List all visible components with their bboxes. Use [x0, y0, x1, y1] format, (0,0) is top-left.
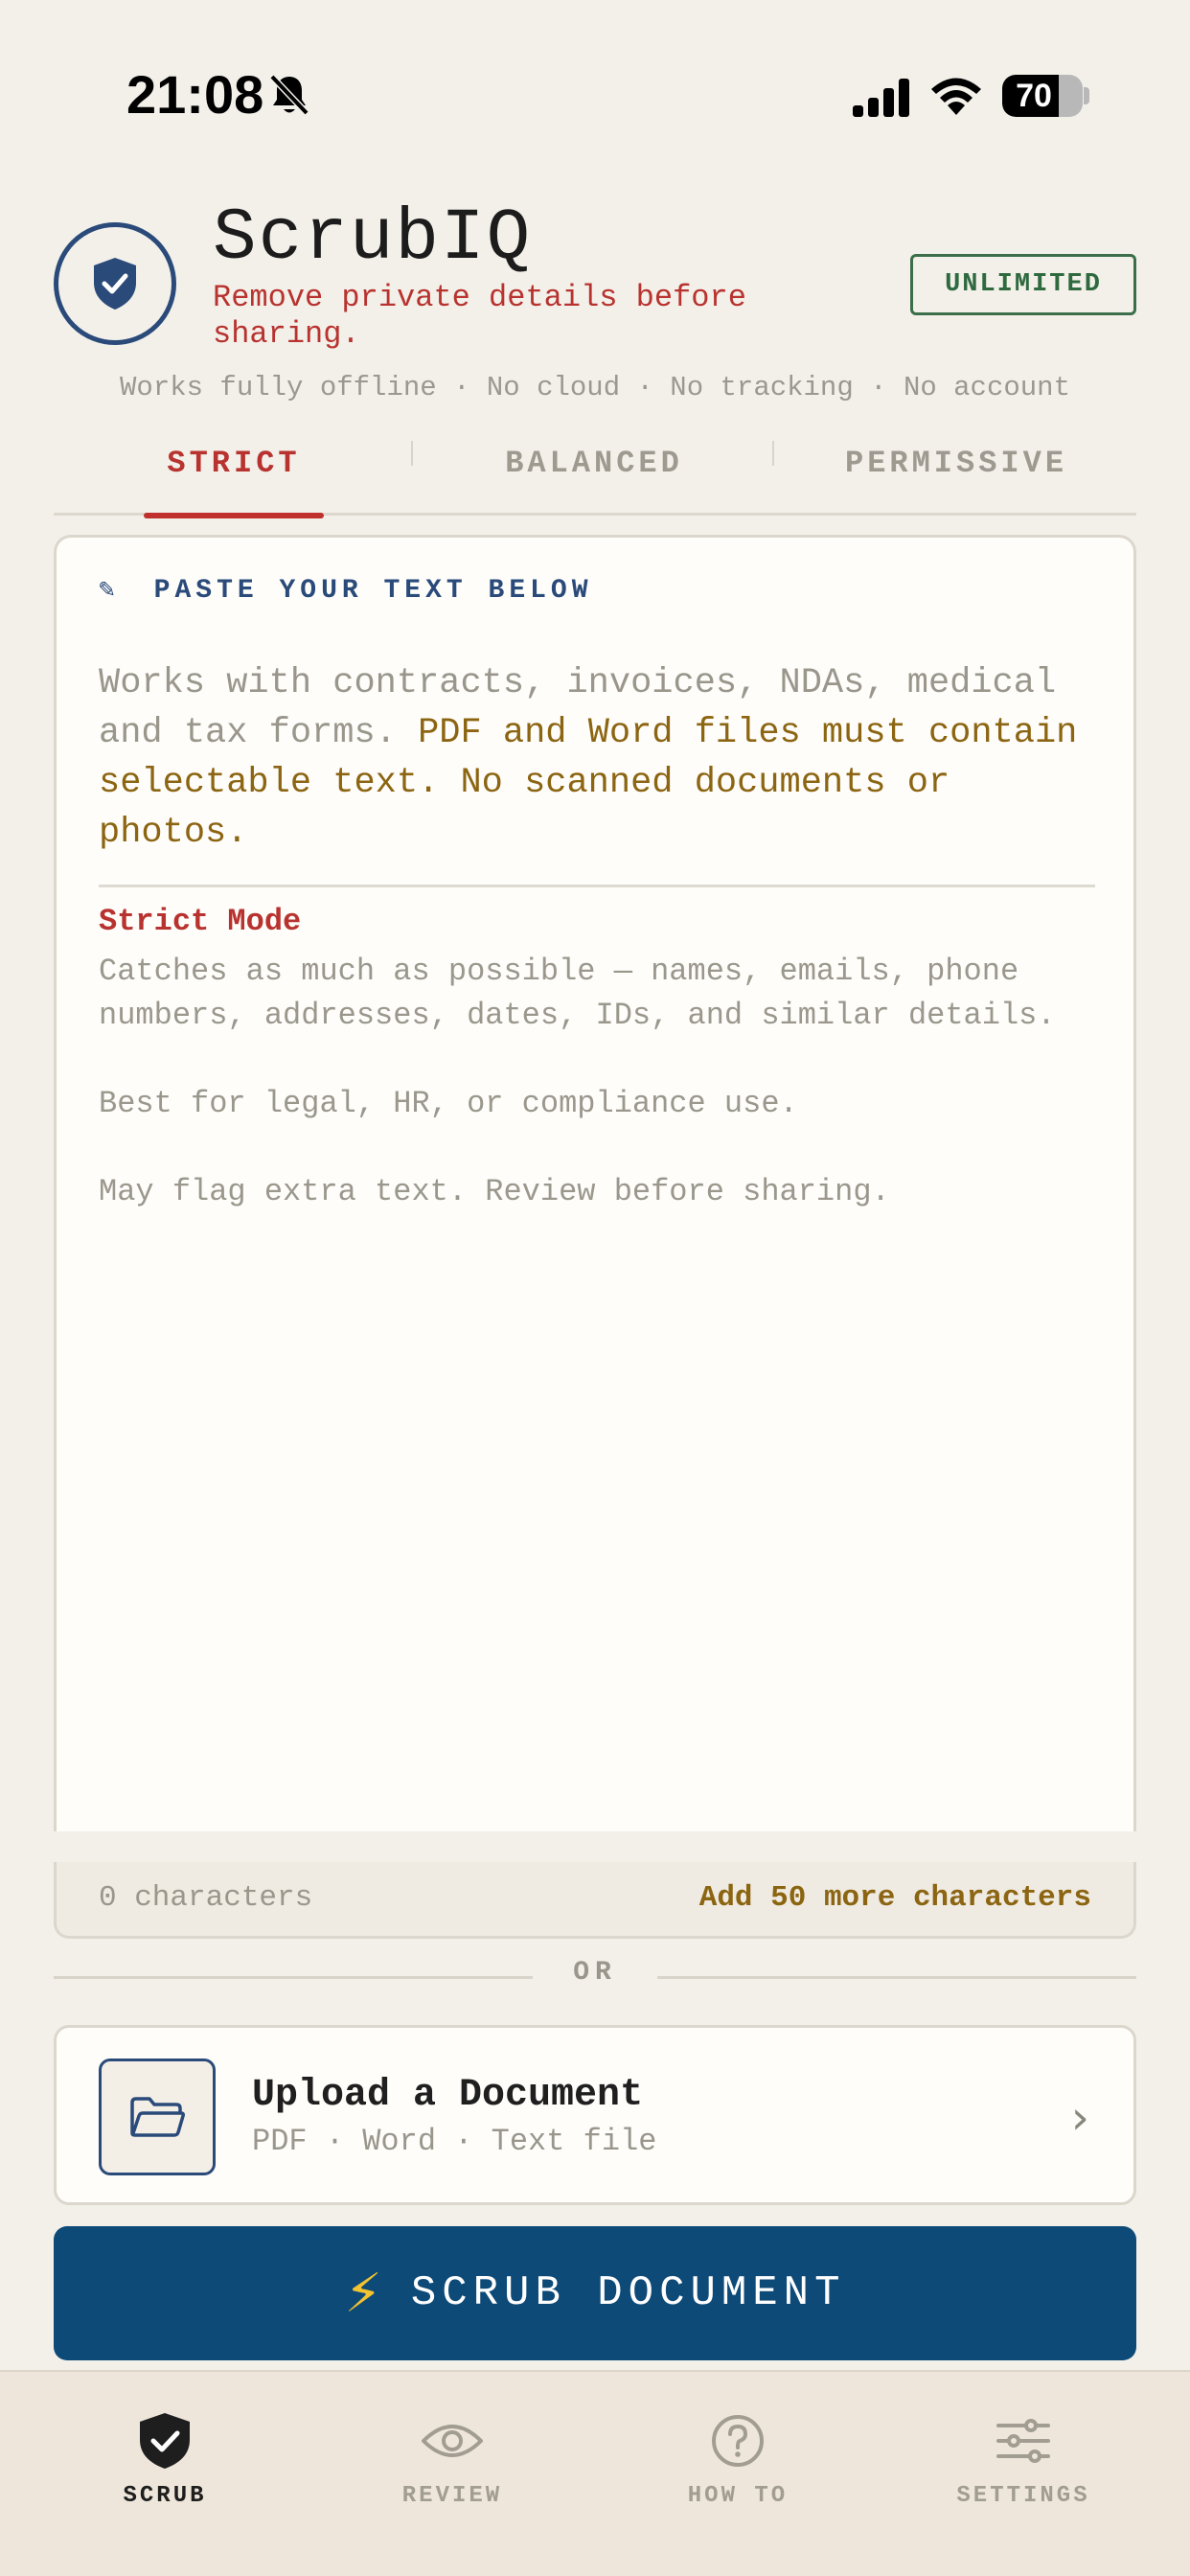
battery-percent: 70	[1016, 78, 1052, 114]
tab-separator	[772, 441, 774, 466]
paste-heading-label: PASTE YOUR TEXT BELOW	[153, 576, 593, 606]
nav-item-how-to[interactable]: HOW TO	[594, 2410, 881, 2509]
tab-separator	[411, 441, 413, 466]
app-title: ScrubIQ	[213, 197, 533, 280]
help-circle-icon	[712, 2415, 764, 2467]
nav-label-settings: SETTINGS	[956, 2483, 1090, 2509]
divider	[99, 885, 1095, 887]
mode-tabs: STRICT BALANCED PERMISSIVE	[54, 429, 1136, 518]
lightning-icon: ⚡	[344, 2262, 382, 2325]
nav-item-review[interactable]: REVIEW	[309, 2410, 596, 2509]
character-counter-bar: 0 characters Add 50 more characters	[54, 1862, 1136, 1939]
mode-title: Strict Mode	[99, 904, 302, 939]
divider-line	[657, 1976, 1136, 1979]
folder-icon	[99, 2058, 216, 2175]
character-count: 0 characters	[99, 1881, 313, 1915]
input-placeholder-hint: Works with contracts, invoices, NDAs, me…	[99, 658, 1095, 858]
plan-badge[interactable]: UNLIMITED	[910, 254, 1136, 315]
upload-subtitle: PDF · Word · Text file	[252, 2124, 657, 2159]
scrub-document-label: SCRUB DOCUMENT	[410, 2269, 846, 2317]
bell-muted-icon	[269, 74, 309, 116]
eye-icon	[422, 2425, 483, 2457]
shield-check-icon	[94, 258, 136, 310]
sliders-icon	[996, 2419, 1050, 2463]
status-bar: 21:08 70	[0, 0, 1190, 182]
bottom-navigation: SCRUB REVIEW HOW TO SETTINGS	[0, 2370, 1190, 2576]
battery-tip	[1084, 87, 1089, 104]
status-time: 21:08	[126, 64, 264, 125]
nav-item-settings[interactable]: SETTINGS	[880, 2410, 1167, 2509]
tab-strict[interactable]: STRICT	[54, 429, 414, 518]
text-input-area[interactable]: ✎ PASTE YOUR TEXT BELOW Works with contr…	[54, 535, 1136, 1831]
nav-label-scrub: SCRUB	[123, 2483, 207, 2509]
battery-icon: 70	[1002, 75, 1083, 117]
upload-title: Upload a Document	[252, 2074, 644, 2117]
nav-item-scrub[interactable]: SCRUB	[21, 2410, 309, 2509]
wifi-icon	[931, 78, 981, 115]
cellular-signal-icon	[853, 79, 909, 117]
shield-check-icon	[140, 2413, 190, 2469]
tab-balanced[interactable]: BALANCED	[414, 429, 774, 516]
app-tagline: Remove private details before sharing.	[213, 280, 746, 352]
tab-permissive[interactable]: PERMISSIVE	[776, 429, 1136, 516]
chevron-right-icon: ›	[1070, 2091, 1089, 2145]
nav-label-review: REVIEW	[401, 2483, 503, 2509]
app-logo	[54, 222, 176, 345]
character-requirement: Add 50 more characters	[698, 1881, 1091, 1915]
upload-document-button[interactable]: Upload a Document PDF · Word · Text file…	[54, 2025, 1136, 2205]
or-label: OR	[573, 1958, 617, 1988]
or-divider: OR	[54, 1958, 1136, 1996]
paste-heading: ✎ PASTE YOUR TEXT BELOW	[99, 572, 593, 606]
pencil-icon: ✎	[99, 576, 120, 606]
mode-description: Catches as much as possible — names, ema…	[99, 954, 1056, 1209]
privacy-note: Works fully offline · No cloud · No trac…	[120, 372, 1070, 403]
scrub-document-button[interactable]: ⚡ SCRUB DOCUMENT	[54, 2226, 1136, 2360]
nav-label-how-to: HOW TO	[687, 2483, 789, 2509]
